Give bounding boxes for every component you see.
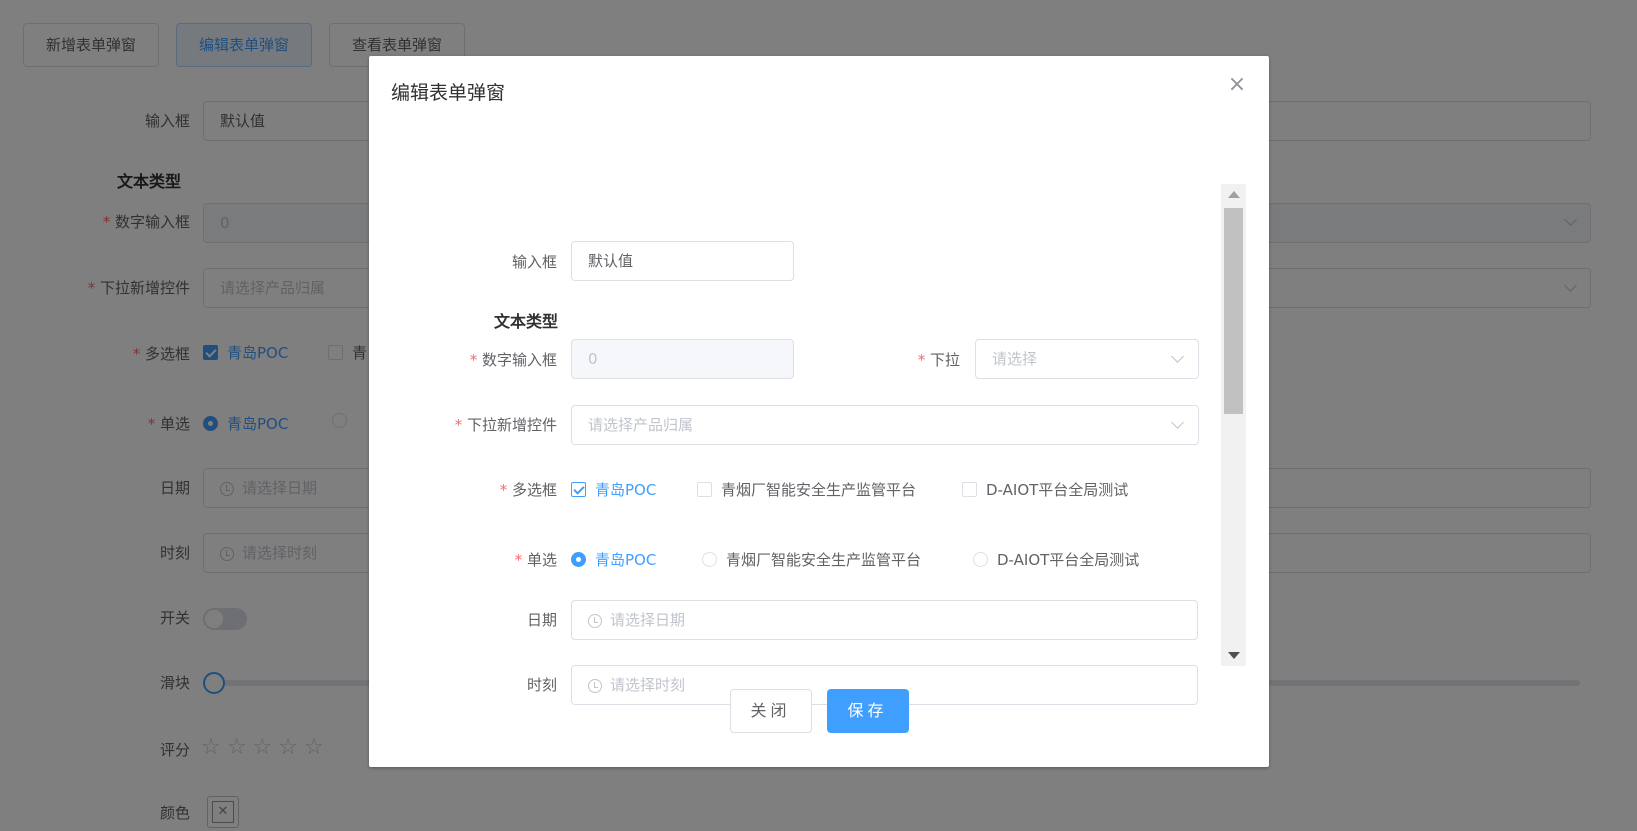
checkbox-checked-icon: [571, 482, 586, 497]
clock-icon: [588, 613, 602, 628]
dialog-title: 编辑表单弹窗: [391, 82, 506, 104]
section-title: 文本类型: [494, 312, 559, 331]
checkbox-group-label: 多选框: [429, 479, 557, 500]
select-input[interactable]: 请选择: [975, 339, 1199, 379]
number-input[interactable]: 0: [571, 339, 794, 379]
checkbox-icon: [962, 482, 977, 497]
radio-selected-icon: [571, 552, 586, 567]
dialog-body: 输入框 默认值 文本类型 数字输入框 0 下拉 请选择 下拉新增控件 请选择产品…: [369, 184, 1269, 724]
radio-option-qingyan[interactable]: 青烟厂智能安全生产监管平台: [702, 549, 921, 570]
input-label: 输入框: [511, 253, 557, 271]
close-icon[interactable]: ×: [1227, 74, 1247, 96]
dialog-footer: 关闭 保存: [369, 689, 1269, 733]
save-button[interactable]: 保存: [826, 689, 909, 733]
date-placeholder: 请选择日期: [610, 611, 686, 629]
checkbox-icon: [697, 482, 712, 497]
radio-icon: [702, 552, 717, 567]
dropdown-add-label: 下拉新增控件: [409, 414, 557, 435]
input-field[interactable]: 默认值: [571, 241, 794, 281]
radio-option-qingdao[interactable]: 青岛POC: [571, 549, 656, 570]
checkbox-option-qingdao[interactable]: 青岛POC: [571, 479, 656, 500]
scroll-thumb[interactable]: [1224, 208, 1243, 414]
select-label: 下拉: [849, 349, 960, 370]
date-label: 日期: [526, 611, 557, 629]
date-input[interactable]: 请选择日期: [571, 600, 1198, 640]
radio-icon: [973, 552, 988, 567]
scroll-down-arrow-icon[interactable]: [1228, 652, 1240, 659]
dropdown-add-placeholder: 请选择产品归属: [588, 416, 694, 434]
close-button[interactable]: 关闭: [729, 689, 812, 733]
radio-group-label: 单选: [429, 549, 557, 570]
dropdown-add-select[interactable]: 请选择产品归属: [571, 405, 1199, 445]
number-input-label: 数字输入框: [409, 349, 557, 370]
select-placeholder: 请选择: [992, 350, 1038, 368]
scroll-up-arrow-icon[interactable]: [1228, 191, 1240, 198]
checkbox-option-daiot[interactable]: D-AIOT平台全局测试: [962, 479, 1128, 500]
dialog-scrollbar[interactable]: [1221, 184, 1246, 666]
radio-option-daiot[interactable]: D-AIOT平台全局测试: [973, 549, 1139, 570]
edit-form-dialog: 编辑表单弹窗 × 输入框 默认值 文本类型 数字输入框 0 下拉 请选择 下拉新…: [369, 56, 1269, 767]
checkbox-option-qingyan[interactable]: 青烟厂智能安全生产监管平台: [697, 479, 916, 500]
